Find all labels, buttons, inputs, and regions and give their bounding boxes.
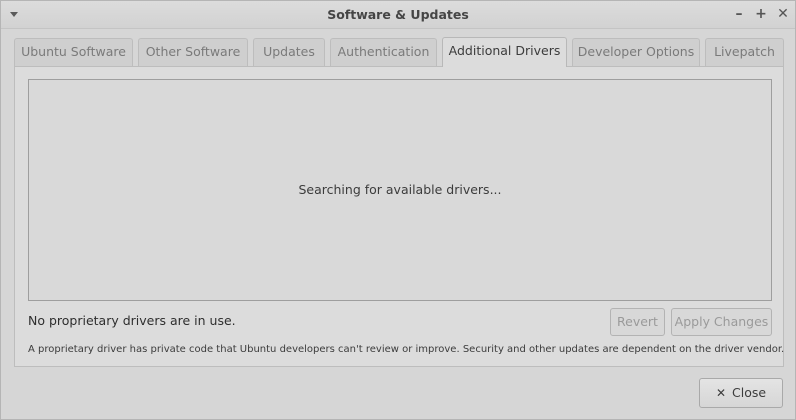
drivers-list-frame: Searching for available drivers...: [28, 79, 772, 301]
minimize-button[interactable]: –: [730, 5, 748, 23]
tab-updates[interactable]: Updates: [253, 38, 325, 66]
software-updates-window: Software & Updates – + ✕ Ubuntu Software…: [0, 0, 796, 420]
apply-changes-button[interactable]: Apply Changes: [671, 308, 772, 336]
tab-other-software[interactable]: Other Software: [138, 38, 248, 66]
tab-additional-drivers[interactable]: Additional Drivers: [442, 37, 567, 67]
maximize-button[interactable]: +: [752, 5, 770, 23]
tab-authentication[interactable]: Authentication: [330, 38, 437, 66]
close-icon: ✕: [715, 386, 726, 400]
searching-drivers-text: Searching for available drivers...: [298, 182, 502, 197]
tab-ubuntu-software[interactable]: Ubuntu Software: [14, 38, 133, 66]
title-bar[interactable]: Software & Updates – + ✕: [1, 1, 795, 29]
tab-developer-options[interactable]: Developer Options: [572, 38, 700, 66]
additional-drivers-page: Searching for available drivers... No pr…: [14, 66, 784, 367]
proprietary-driver-note: A proprietary driver has private code th…: [28, 344, 785, 355]
window-close-button[interactable]: ✕: [774, 5, 792, 23]
window-title: Software & Updates: [327, 7, 469, 22]
driver-status-text: No proprietary drivers are in use.: [28, 313, 236, 328]
close-button-label: Close: [732, 385, 767, 400]
tab-livepatch[interactable]: Livepatch: [705, 38, 784, 66]
revert-button[interactable]: Revert: [610, 308, 665, 336]
close-button[interactable]: ✕ Close: [699, 378, 783, 408]
